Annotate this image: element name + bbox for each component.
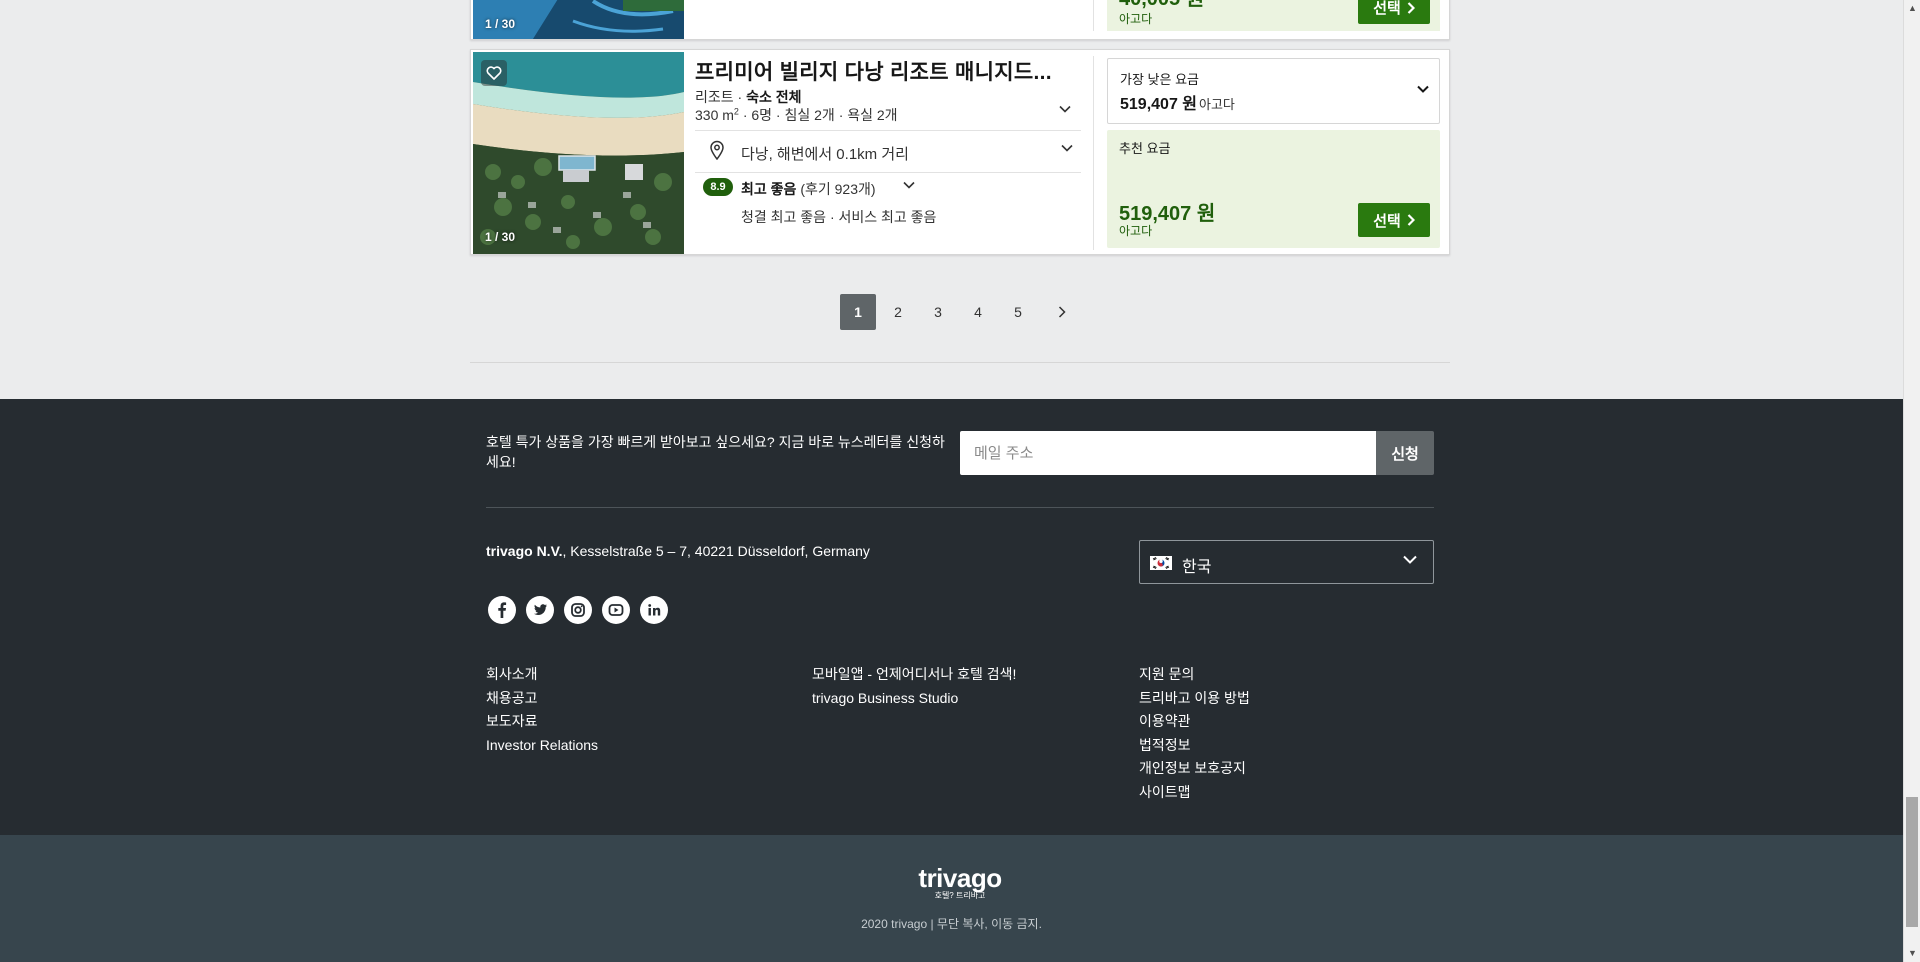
select-button[interactable]: 선택 <box>1358 203 1430 237</box>
footer-link[interactable]: 지원 문의 <box>1139 663 1250 687</box>
recommended-price-box[interactable]: 추천 요금 519,407 원 아고다 선택 <box>1107 130 1440 248</box>
newsletter-text: 호텔 특가 상품을 가장 빠르게 받아보고 싶으세요? 지금 바로 뉴스레터를 … <box>486 434 945 470</box>
review-count: (후기 923개) <box>800 181 876 197</box>
rating-badge: 8.9 <box>703 178 733 196</box>
type-label: 리조트 <box>695 89 734 105</box>
footer-link[interactable]: 모바일앱 - 언제어디서나 호텔 검색! <box>812 663 1016 687</box>
page-1-button[interactable]: 1 <box>840 294 876 330</box>
youtube-icon[interactable] <box>602 596 630 624</box>
area-label: 330 m <box>695 107 734 123</box>
footer-link[interactable]: 트리바고 이용 방법 <box>1139 687 1250 711</box>
hotel-info: 프리미어 빌리지 다낭 리조트 매니지드... 리조트 · 숙소 전체 330 … <box>695 50 1081 256</box>
logo-text: trivago <box>918 863 1002 893</box>
footer-link[interactable]: 이용약관 <box>1139 710 1250 734</box>
chevron-right-icon <box>1407 214 1415 226</box>
korea-flag-icon <box>1150 556 1172 570</box>
linkedin-icon[interactable] <box>640 596 668 624</box>
footer-link[interactable]: 보도자료 <box>486 710 598 734</box>
lowest-price-site: 아고다 <box>1199 97 1235 112</box>
footer-links-products: 모바일앱 - 언제어디서나 호텔 검색! trivago Business St… <box>812 663 1016 710</box>
recommended-site: 아고다 <box>1119 12 1153 26</box>
email-input[interactable] <box>960 431 1376 475</box>
select-label: 선택 <box>1373 0 1401 17</box>
footer-link[interactable]: 회사소개 <box>486 663 598 687</box>
copyright: 2020 trivago | 무단 복사, 이동 금지. <box>861 917 1042 931</box>
company-name: trivago N.V. <box>486 543 563 559</box>
page-2-button[interactable]: 2 <box>880 294 916 330</box>
pagination: 1 2 3 4 5 <box>840 294 1080 330</box>
hotel-photo[interactable]: 1 / 30 <box>473 0 684 39</box>
address-label: , Kesselstraße 5 – 7, 40221 Düsseldorf, … <box>562 543 870 559</box>
rating-detail: 청결 최고 좋음 · 서비스 최고 좋음 <box>741 209 937 225</box>
company-address: trivago N.V., Kesselstraße 5 – 7, 40221 … <box>486 543 870 559</box>
select-button[interactable]: 선택 <box>1358 0 1430 24</box>
accommodation-type: 리조트 · 숙소 전체 <box>695 89 802 105</box>
facebook-icon[interactable] <box>488 596 516 624</box>
footer-link[interactable]: 채용공고 <box>486 687 598 711</box>
chevron-down-icon[interactable] <box>903 181 915 189</box>
subscribe-button[interactable]: 신청 <box>1376 431 1434 475</box>
country-label: 한국 <box>1182 559 1212 576</box>
map-pin-icon <box>710 140 724 160</box>
scrollbar-thumb[interactable] <box>1906 797 1918 927</box>
location-label: 다낭, 해변에서 0.1km 거리 <box>741 146 909 163</box>
vertical-divider <box>1093 56 1094 250</box>
scrollbar[interactable]: ▲ ▼ <box>1903 0 1920 962</box>
footer-links-support: 지원 문의 트리바고 이용 방법 이용약관 법적정보 개인정보 보호공지 사이트… <box>1139 663 1250 804</box>
select-label: 선택 <box>1373 212 1401 230</box>
divider <box>470 362 1450 363</box>
footer-link[interactable]: 법적정보 <box>1139 734 1250 758</box>
heart-icon <box>486 66 502 80</box>
chevron-down-icon <box>1403 555 1417 564</box>
page-4-button[interactable]: 4 <box>960 294 996 330</box>
chevron-right-icon <box>1407 1 1415 14</box>
footer: 호텔 특가 상품을 가장 빠르게 받아보고 싶으세요? 지금 바로 뉴스레터를 … <box>0 399 1903 835</box>
footer-link[interactable]: 개인정보 보호공지 <box>1139 757 1250 781</box>
footer-link[interactable]: 사이트맵 <box>1139 781 1250 805</box>
lowest-price-value: 519,407 원 <box>1120 96 1198 113</box>
hotel-card-previous[interactable]: 1 / 30 40,005 원 아고다 선택 <box>470 0 1450 40</box>
footer-links-company: 회사소개 채용공고 보도자료 Investor Relations <box>486 663 598 757</box>
recommended-site: 아고다 <box>1119 224 1153 238</box>
hotel-card[interactable]: 1 / 30 프리미어 빌리지 다낭 리조트 매니지드... 리조트 · 숙소 … <box>470 49 1450 255</box>
divider <box>486 507 1434 508</box>
footer-link[interactable]: Investor Relations <box>486 734 598 758</box>
lowest-price-label: 가장 낮은 요금 <box>1120 72 1199 87</box>
hotel-name[interactable]: 프리미어 빌리지 다낭 리조트 매니지드... <box>695 56 1052 86</box>
rating-word: 최고 좋음 <box>741 181 797 197</box>
favorite-button[interactable] <box>481 60 507 86</box>
page-5-button[interactable]: 5 <box>1000 294 1036 330</box>
footer-bottom: trivago 호텔? 트리바고 2020 trivago | 무단 복사, 이… <box>0 835 1903 962</box>
lowest-price: 519,407 원 아고다 <box>1120 90 1235 114</box>
type-detail: 숙소 전체 <box>746 89 802 105</box>
footer-link[interactable]: trivago Business Studio <box>812 687 1016 711</box>
chevron-down-icon[interactable] <box>1059 105 1071 113</box>
lowest-price-dropdown[interactable]: 가장 낮은 요금 519,407 원 아고다 <box>1107 58 1440 124</box>
country-selector[interactable]: 한국 <box>1139 540 1434 584</box>
chevron-down-icon <box>1417 85 1429 93</box>
next-page-button[interactable] <box>1044 294 1080 330</box>
chevron-right-icon <box>1058 306 1066 318</box>
social-links <box>488 596 668 624</box>
scroll-down-arrow-icon[interactable]: ▼ <box>1904 945 1920 962</box>
room-specs: 330 m2 · 6명 · 침실 2개 · 욕실 2개 <box>695 105 898 125</box>
photo-count: 1 / 30 <box>485 17 516 31</box>
divider <box>695 172 1081 173</box>
location-row[interactable]: 다낭, 해변에서 0.1km 거리 <box>695 130 1081 172</box>
results-page: 1 / 30 40,005 원 아고다 선택 <box>0 0 1903 962</box>
twitter-icon[interactable] <box>526 596 554 624</box>
photo-count: 1 / 30 <box>485 230 516 244</box>
instagram-icon[interactable] <box>564 596 592 624</box>
hotel-photo[interactable]: 1 / 30 <box>473 52 684 254</box>
rating-summary: 최고 좋음 (후기 923개) <box>741 179 876 199</box>
trivago-logo[interactable]: trivago 호텔? 트리바고 <box>915 865 1005 901</box>
specs-label: · 6명 · 침실 2개 · 욕실 2개 <box>738 107 898 123</box>
scroll-up-arrow-icon[interactable]: ▲ <box>1904 0 1920 17</box>
page-3-button[interactable]: 3 <box>920 294 956 330</box>
recommended-price-box[interactable]: 40,005 원 아고다 선택 <box>1107 0 1440 31</box>
chevron-down-icon <box>1061 144 1073 152</box>
recommended-label: 추천 요금 <box>1119 141 1171 156</box>
